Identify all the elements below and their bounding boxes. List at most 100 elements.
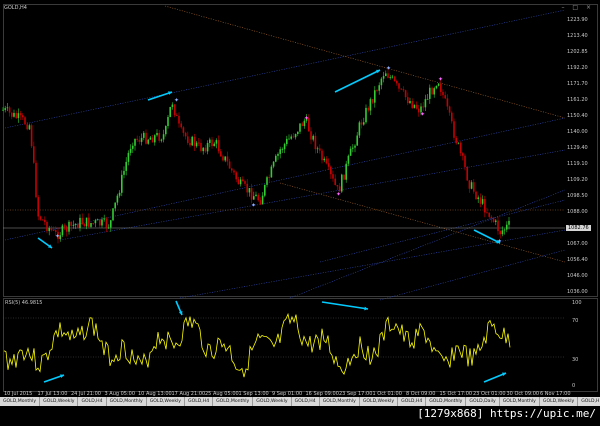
candle-body — [248, 188, 251, 193]
candle-body — [369, 99, 372, 111]
candle-body — [360, 122, 363, 125]
candle-body — [464, 155, 466, 168]
candle-body — [24, 117, 26, 125]
candle-body — [327, 163, 330, 167]
candle-body — [288, 138, 290, 140]
chart-tab[interactable]: GOLD,Weekly — [146, 397, 186, 406]
candle-body — [151, 137, 154, 143]
candle-body — [385, 73, 387, 77]
candle-body — [61, 225, 64, 236]
candle-body — [330, 166, 332, 175]
candle-body — [473, 182, 475, 192]
candle-body — [440, 83, 442, 92]
candle-body — [209, 139, 211, 143]
chart-tab[interactable]: GOLD,H1 — [578, 397, 600, 406]
candle-body — [457, 142, 460, 144]
candle-body — [459, 142, 462, 154]
candle-body — [116, 195, 119, 203]
candle-body — [246, 183, 248, 193]
candle-body — [30, 125, 33, 147]
candle-body — [475, 191, 477, 200]
rsi-level-label: 30 — [572, 357, 579, 363]
chart-tab[interactable]: GOLD,Weekly — [539, 397, 579, 406]
fib-line — [279, 182, 566, 263]
candle-body — [277, 153, 279, 156]
candle-body — [484, 199, 486, 213]
candle-body — [286, 138, 288, 145]
chart-tab[interactable]: GOLD,H4 — [291, 397, 320, 406]
chart-tab[interactable]: GOLD,Monthly — [0, 397, 41, 406]
chart-tab[interactable]: GOLD,H4 — [185, 397, 214, 406]
candle-body — [114, 202, 116, 209]
fractal-marker: ✦ — [420, 111, 425, 118]
candle-body — [442, 91, 444, 96]
trendline — [319, 199, 566, 263]
candle-body — [195, 142, 198, 147]
chart-tab[interactable]: GOLD,Monthly — [499, 397, 540, 406]
candle-body — [325, 158, 328, 164]
candle-body — [301, 123, 303, 127]
price-tick-label: 1067.00 — [567, 241, 588, 247]
chart-tab[interactable]: GOLD,Monthly — [106, 397, 147, 406]
candle-body — [83, 224, 86, 227]
candle-body — [37, 197, 39, 217]
candle-body — [255, 194, 257, 197]
candle-body — [220, 151, 222, 157]
chart-tab[interactable]: GOLD,Monthly — [426, 397, 467, 406]
candle-body — [506, 224, 508, 230]
candle-body — [426, 98, 429, 100]
candle-body — [125, 161, 127, 171]
candle-body — [136, 138, 138, 140]
candle-body — [107, 227, 110, 229]
candle-body — [312, 135, 314, 140]
candle-body — [8, 107, 11, 113]
candle-body — [99, 219, 101, 226]
candle-body — [374, 90, 376, 103]
candle-body — [101, 219, 103, 226]
chart-tab[interactable]: GOLD,Monthly — [213, 397, 254, 406]
fractal-marker: ✦ — [251, 202, 256, 209]
trendline — [289, 189, 566, 299]
candle-body — [341, 174, 343, 192]
candle-body — [68, 221, 70, 232]
chart-tab[interactable]: GOLD,Weekly — [253, 397, 292, 406]
chart-tab[interactable]: GOLD,H4 — [78, 397, 107, 406]
candle-body — [70, 221, 72, 226]
price-tick-label: 1129.40 — [567, 145, 588, 151]
candle-body — [143, 132, 145, 138]
candle-body — [217, 140, 220, 152]
candle-body — [257, 194, 259, 201]
candle-body — [253, 196, 255, 200]
candle-body — [488, 212, 490, 217]
annotation-arrow — [147, 91, 173, 101]
chart-tab[interactable]: GOLD,H4 — [398, 397, 427, 406]
candle-body — [198, 142, 200, 144]
chart-tab[interactable]: GOLD,Monthly — [319, 397, 360, 406]
candle-body — [35, 162, 37, 198]
candle-body — [495, 220, 497, 222]
chart-tab[interactable]: GOLD,Daily — [466, 397, 500, 406]
candle-body — [182, 127, 185, 133]
candle-body — [28, 125, 31, 130]
watermark: [1279x868] https://upic.me/ — [417, 407, 596, 420]
candle-body — [224, 156, 226, 161]
candle-body — [15, 112, 17, 119]
candle-body — [228, 161, 231, 169]
candle-body — [297, 131, 299, 135]
chart-tab[interactable]: GOLD,Weekly — [359, 397, 399, 406]
candle-body — [391, 76, 394, 78]
candle-body — [319, 148, 321, 151]
trendline — [379, 249, 566, 301]
candle-body — [96, 219, 99, 221]
candle-body — [404, 90, 407, 98]
candle-body — [81, 217, 83, 225]
candle-body — [283, 144, 286, 150]
candle-body — [270, 166, 273, 178]
fractal-marker: ✦ — [174, 97, 179, 104]
chart-tab[interactable]: GOLD,Weekly — [40, 397, 79, 406]
candle-body — [231, 168, 233, 171]
candle-body — [448, 106, 451, 113]
candle-body — [281, 149, 284, 150]
candle-body — [290, 136, 292, 139]
candle-body — [55, 230, 57, 232]
